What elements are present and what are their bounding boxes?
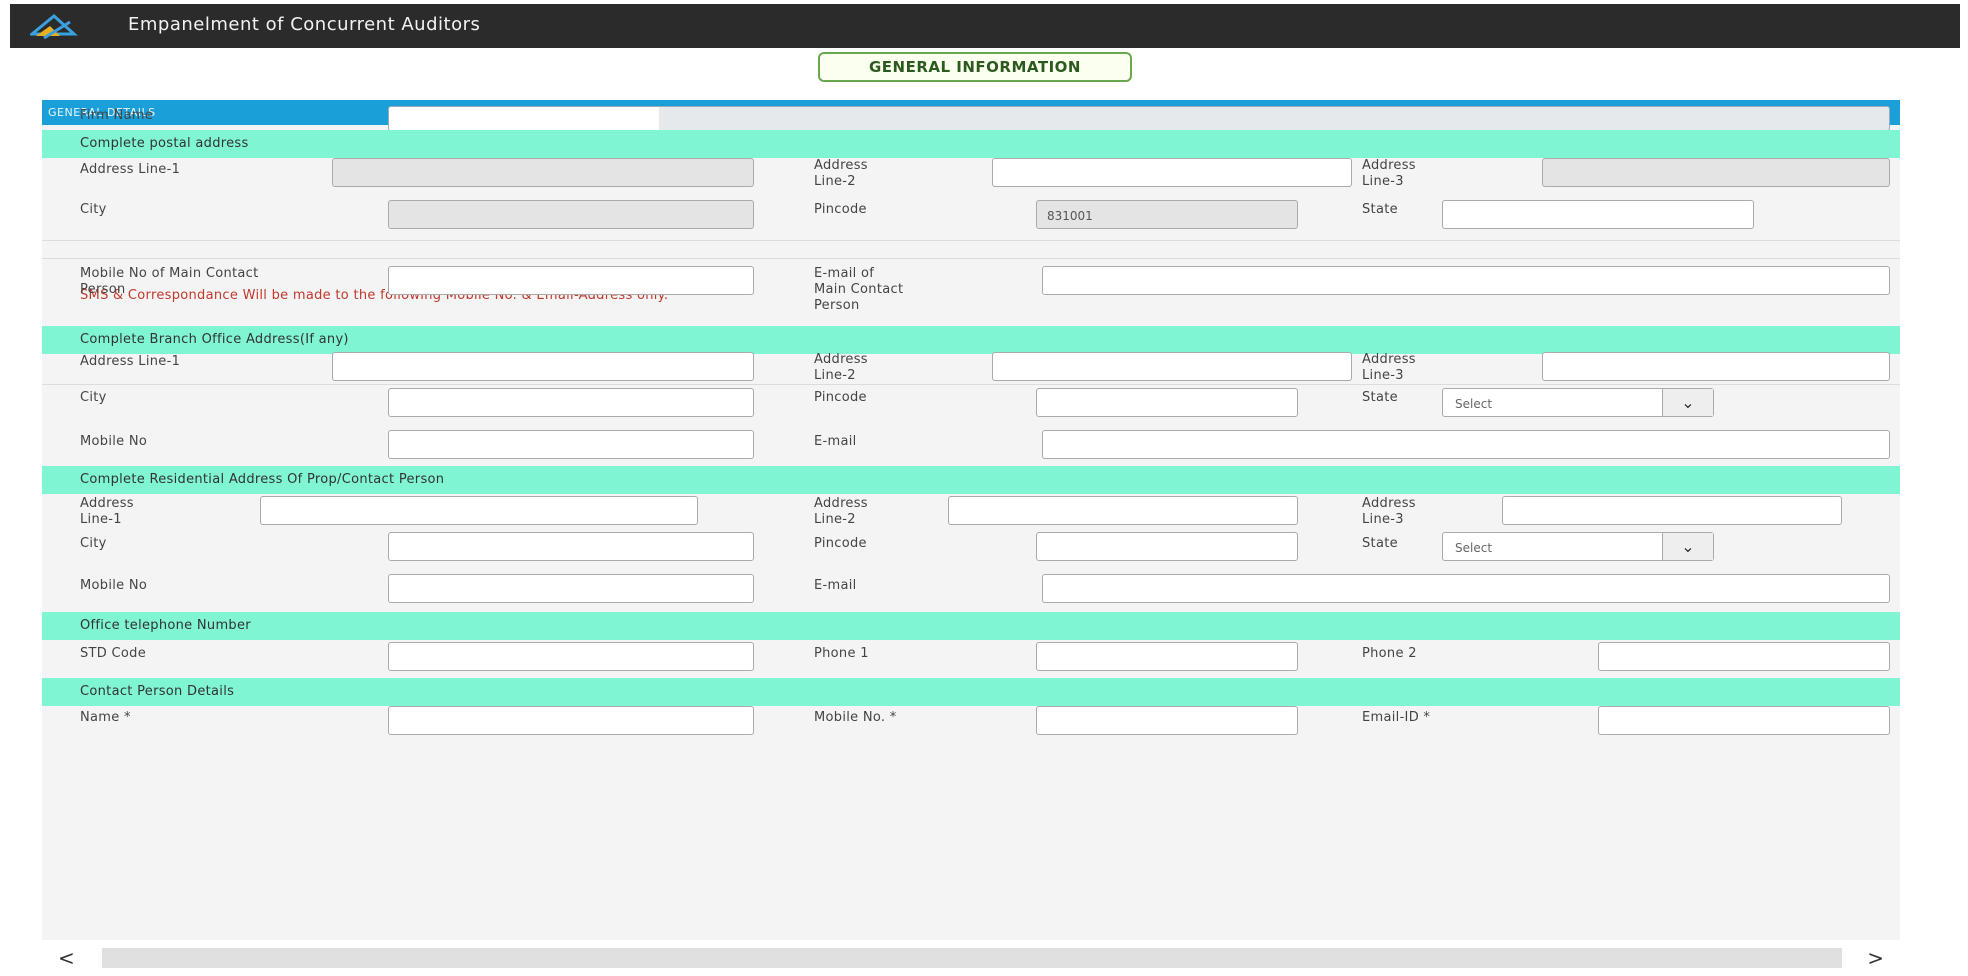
branch-addr3-input[interactable] <box>1542 352 1890 381</box>
postal-addr3-label: Address Line-3 <box>1362 158 1416 189</box>
phone1-input[interactable] <box>1036 642 1298 671</box>
residential-address-heading: Complete Residential Address Of Prop/Con… <box>42 466 1900 494</box>
branch-pincode-label: Pincode <box>814 390 867 405</box>
postal-city-input[interactable] <box>388 200 754 229</box>
postal-state-input[interactable] <box>1442 200 1754 229</box>
branch-addr3-label: Address Line-3 <box>1362 352 1416 383</box>
form-panel: GENERAL DETAILS Firm Name Complete posta… <box>42 100 1900 940</box>
residential-addr3-input[interactable] <box>1502 496 1842 525</box>
phone1-label: Phone 1 <box>814 646 869 661</box>
residential-city-label: City <box>80 536 107 551</box>
contact-name-label: Name * <box>80 710 131 725</box>
contact-email-input[interactable] <box>1598 706 1890 735</box>
window-title: Empanelment of Concurrent Auditors <box>128 14 481 35</box>
scroll-right-icon[interactable]: > <box>1867 946 1884 970</box>
postal-addr1-input[interactable] <box>332 158 754 187</box>
divider <box>42 384 1900 385</box>
postal-address-heading: Complete postal address <box>42 130 1900 158</box>
postal-addr3-input[interactable] <box>1542 158 1890 187</box>
residential-state-label: State <box>1362 536 1398 551</box>
app-logo-icon <box>30 14 78 40</box>
residential-pincode-input[interactable] <box>1036 532 1298 561</box>
residential-state-select[interactable]: Select ⌄ <box>1442 532 1714 561</box>
office-phone-heading: Office telephone Number <box>42 612 1900 640</box>
branch-pincode-input[interactable] <box>1036 388 1298 417</box>
branch-city-input[interactable] <box>388 388 754 417</box>
postal-addr1-label: Address Line-1 <box>80 162 181 177</box>
main-contact-mobile-input[interactable] <box>388 266 754 295</box>
residential-pincode-label: Pincode <box>814 536 867 551</box>
postal-city-label: City <box>80 202 107 217</box>
main-contact-email-label: E-mail of Main Contact Person <box>814 266 904 313</box>
residential-mobile-input[interactable] <box>388 574 754 603</box>
residential-addr1-input[interactable] <box>260 496 698 525</box>
std-code-input[interactable] <box>388 642 754 671</box>
main-contact-mobile-label: Mobile No of Main Contact Person <box>80 266 259 297</box>
residential-state-value: Select <box>1455 541 1493 555</box>
branch-state-value: Select <box>1455 397 1493 411</box>
residential-addr2-input[interactable] <box>948 496 1298 525</box>
branch-addr2-input[interactable] <box>992 352 1352 381</box>
contact-mobile-input[interactable] <box>1036 706 1298 735</box>
firm-name-input[interactable] <box>388 106 1890 131</box>
postal-addr2-label: Address Line-2 <box>814 158 868 189</box>
branch-mobile-input[interactable] <box>388 430 754 459</box>
contact-email-label: Email-ID * <box>1362 710 1431 725</box>
branch-addr1-input[interactable] <box>332 352 754 381</box>
residential-addr2-label: Address Line-2 <box>814 496 868 527</box>
general-information-tab[interactable]: GENERAL INFORMATION <box>818 52 1132 82</box>
divider <box>42 258 1900 259</box>
title-bar: Empanelment of Concurrent Auditors <box>10 4 1960 48</box>
branch-mobile-label: Mobile No <box>80 434 148 449</box>
horizontal-scrollbar[interactable]: < > <box>42 946 1900 970</box>
contact-name-input[interactable] <box>388 706 754 735</box>
chevron-down-icon[interactable]: ⌄ <box>1662 533 1713 560</box>
firm-name-label: Firm Name <box>80 108 154 123</box>
postal-pincode-input[interactable]: 831001 <box>1036 200 1298 229</box>
postal-addr2-input[interactable] <box>992 158 1352 187</box>
scroll-left-icon[interactable]: < <box>58 946 75 970</box>
branch-addr1-label: Address Line-1 <box>80 354 181 369</box>
residential-addr1-label: Address Line-1 <box>80 496 134 527</box>
branch-addr2-label: Address Line-2 <box>814 352 868 383</box>
residential-email-label: E-mail <box>814 578 857 593</box>
branch-address-heading: Complete Branch Office Address(If any) <box>42 326 1900 354</box>
chevron-down-icon[interactable]: ⌄ <box>1662 389 1713 416</box>
branch-email-label: E-mail <box>814 434 857 449</box>
phone2-input[interactable] <box>1598 642 1890 671</box>
scrollbar-track[interactable] <box>102 948 1842 968</box>
residential-city-input[interactable] <box>388 532 754 561</box>
std-code-label: STD Code <box>80 646 147 661</box>
postal-pincode-label: Pincode <box>814 202 867 217</box>
residential-addr3-label: Address Line-3 <box>1362 496 1416 527</box>
residential-mobile-label: Mobile No <box>80 578 148 593</box>
main-contact-email-input[interactable] <box>1042 266 1890 295</box>
divider <box>42 240 1900 241</box>
branch-city-label: City <box>80 390 107 405</box>
contact-mobile-label: Mobile No. * <box>814 710 897 725</box>
branch-state-select[interactable]: Select ⌄ <box>1442 388 1714 417</box>
branch-email-input[interactable] <box>1042 430 1890 459</box>
branch-state-label: State <box>1362 390 1398 405</box>
postal-state-label: State <box>1362 202 1398 217</box>
phone2-label: Phone 2 <box>1362 646 1417 661</box>
residential-email-input[interactable] <box>1042 574 1890 603</box>
contact-person-heading: Contact Person Details <box>42 678 1900 706</box>
